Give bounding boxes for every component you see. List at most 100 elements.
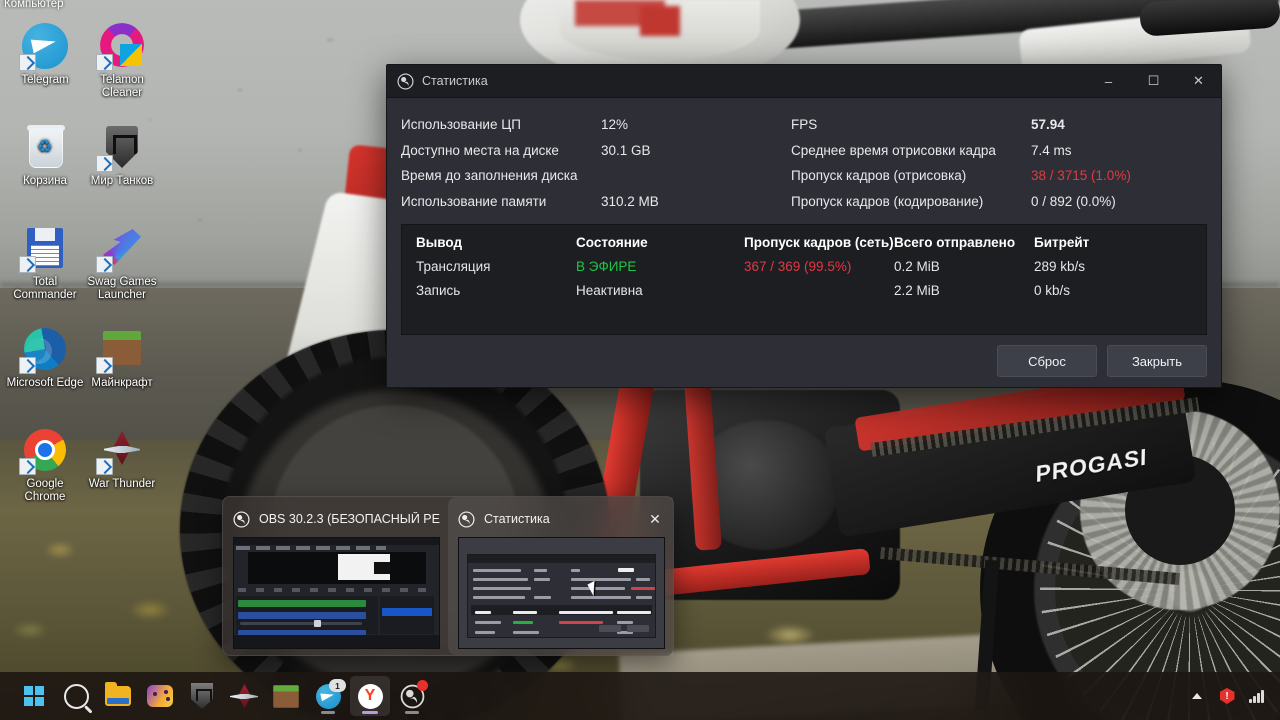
mini-preview-block bbox=[374, 562, 390, 574]
cell-total-sent: 0.2 MiB bbox=[894, 259, 940, 274]
mini-slider bbox=[240, 622, 362, 625]
desktop-label-computer: Компьютер bbox=[4, 0, 64, 10]
desktop-icon-total-commander[interactable]: Total Commander bbox=[5, 224, 85, 302]
thumbnail-close-button[interactable]: ✕ bbox=[645, 509, 665, 529]
desktop-icon-label: Total Commander bbox=[13, 276, 77, 301]
taskbar-item-search[interactable] bbox=[56, 676, 96, 716]
metric-label: Использование ЦП bbox=[401, 117, 521, 132]
mini-metric-value bbox=[534, 596, 551, 599]
metric-value bbox=[601, 163, 791, 189]
close-dialog-button[interactable]: Закрыть bbox=[1107, 345, 1207, 377]
recycle-bin-icon: ♻ bbox=[21, 123, 69, 171]
taskbar-item-start[interactable] bbox=[14, 676, 54, 716]
desktop-icon-telamon-cleaner[interactable]: Telamon Cleaner bbox=[82, 22, 162, 100]
minimize-button[interactable]: – bbox=[1086, 65, 1131, 97]
taskbar-item-war-thunder[interactable] bbox=[224, 676, 264, 716]
desktop-icon-telegram[interactable]: Telegram bbox=[5, 22, 85, 87]
desktop-icon-microsoft-edge[interactable]: Microsoft Edge bbox=[5, 325, 85, 390]
chevron-up-icon bbox=[1192, 693, 1202, 699]
taskbar-item-world-of-tanks[interactable] bbox=[182, 676, 222, 716]
thumbnail-header: Статистика ✕ bbox=[458, 505, 665, 533]
thumbnail-title: OBS 30.2.3 (БЕЗОПАСНЫЙ РЕ... bbox=[259, 512, 440, 526]
desktop-icon-google-chrome[interactable]: Google Chrome bbox=[5, 426, 85, 504]
minecraft-icon bbox=[96, 325, 146, 374]
outputs-table-container: Вывод Состояние Пропуск кадров (сеть) Вс… bbox=[401, 224, 1207, 335]
mini-metric-value bbox=[636, 578, 650, 581]
yandex-icon bbox=[357, 683, 383, 709]
taskbar-item-games[interactable] bbox=[140, 676, 180, 716]
table-row[interactable]: Трансляция В ЭФИРЕ 367 / 369 (99.5%) 0.2… bbox=[416, 259, 1192, 283]
window-titlebar[interactable]: Статистика – ☐ ✕ bbox=[387, 65, 1221, 98]
close-button[interactable]: ✕ bbox=[1176, 65, 1221, 97]
thumbnail-preview-image[interactable] bbox=[233, 537, 440, 649]
mini-td bbox=[617, 621, 633, 624]
table-row[interactable]: Запись Неактивна 2.2 MiB 0 kb/s bbox=[416, 283, 1192, 307]
war-thunder-icon bbox=[96, 426, 146, 475]
table-header: Вывод Состояние Пропуск кадров (сеть) Вс… bbox=[416, 235, 1192, 259]
war-thunder-icon bbox=[230, 683, 258, 709]
desktop-icon-minecraft[interactable]: Майнкрафт bbox=[82, 325, 162, 390]
world-of-tanks-icon bbox=[96, 123, 146, 172]
mini-meter-green bbox=[238, 600, 366, 607]
mini-window-frame bbox=[467, 554, 656, 638]
taskbar-item-telegram[interactable]: 1 bbox=[308, 676, 348, 716]
show-hidden-icons-button[interactable] bbox=[1184, 680, 1210, 712]
mini-meter-blue bbox=[238, 612, 366, 619]
cell-output: Трансляция bbox=[416, 259, 491, 274]
desktop-icon-swag-games-launcher[interactable]: Swag Games Launcher bbox=[82, 224, 162, 302]
outputs-table: Вывод Состояние Пропуск кадров (сеть) Вс… bbox=[416, 235, 1192, 307]
mini-th bbox=[617, 611, 651, 614]
shield-alert-icon bbox=[1219, 688, 1235, 704]
shortcut-arrow-icon bbox=[19, 54, 36, 71]
shortcut-arrow-icon bbox=[96, 458, 113, 475]
maximize-button[interactable]: ☐ bbox=[1131, 65, 1176, 97]
mini-td-live bbox=[513, 621, 533, 624]
taskbar[interactable]: 1 bbox=[0, 672, 1280, 720]
mini-metric-value bbox=[534, 578, 550, 581]
telegram-icon bbox=[19, 22, 69, 71]
search-icon bbox=[63, 683, 89, 709]
mini-statistics-window bbox=[459, 538, 664, 648]
folder-icon bbox=[105, 682, 131, 706]
game-controller-icon bbox=[147, 685, 173, 707]
taskbar-item-file-explorer[interactable] bbox=[98, 676, 138, 716]
system-tray bbox=[1184, 680, 1270, 712]
mini-titlebar bbox=[468, 555, 655, 563]
mini-outputs-table bbox=[471, 605, 652, 634]
statistics-body: Использование ЦП 12% FPS 57.94 Доступно … bbox=[387, 98, 1221, 335]
statistics-window[interactable]: Статистика – ☐ ✕ Использование ЦП 12% FP… bbox=[386, 64, 1222, 388]
cell-total-sent: 2.2 MiB bbox=[894, 283, 940, 298]
metric-label: Пропуск кадров (кодирование) bbox=[791, 193, 984, 209]
mini-titlebar bbox=[234, 538, 439, 545]
active-indicator bbox=[362, 711, 378, 714]
desktop-icon-recycle-bin[interactable]: ♻ Корзина bbox=[5, 123, 85, 188]
taskbar-item-obs-studio[interactable] bbox=[392, 676, 432, 716]
taskbar-item-minecraft[interactable] bbox=[266, 676, 306, 716]
metric-value: 12% bbox=[601, 117, 629, 132]
metric-label: Пропуск кадров (отрисовка) bbox=[791, 168, 967, 183]
world-of-tanks-icon bbox=[191, 683, 213, 709]
thumbnail-title: Статистика bbox=[484, 512, 550, 526]
mini-td bbox=[475, 631, 495, 634]
metric-value: 310.2 MB bbox=[601, 193, 659, 209]
security-alert-button[interactable] bbox=[1214, 680, 1240, 712]
mini-close-button bbox=[627, 625, 649, 632]
wallpaper-fender-accent bbox=[640, 6, 680, 36]
taskbar-item-yandex-browser[interactable] bbox=[350, 676, 390, 716]
metric-label: Среднее время отрисовки кадра bbox=[791, 142, 996, 158]
thumbnail-preview-image[interactable] bbox=[458, 537, 665, 649]
desktop-icon-war-thunder[interactable]: War Thunder bbox=[82, 426, 162, 491]
desktop-icon-label: Мир Танков bbox=[90, 175, 154, 187]
mini-reset-button bbox=[599, 625, 621, 632]
mini-th bbox=[559, 611, 613, 614]
window-title: Статистика bbox=[422, 74, 488, 88]
shortcut-arrow-icon bbox=[19, 458, 36, 475]
desktop-icon-world-of-tanks[interactable]: Мир Танков bbox=[82, 123, 162, 188]
thumbnail-header: OBS 30.2.3 (БЕЗОПАСНЫЙ РЕ... bbox=[233, 505, 440, 533]
reset-button[interactable]: Сброс bbox=[997, 345, 1097, 377]
thumbnail-statistics[interactable]: Статистика ✕ bbox=[448, 497, 673, 655]
network-button[interactable] bbox=[1244, 680, 1270, 712]
thumbnail-obs-main[interactable]: OBS 30.2.3 (БЕЗОПАСНЫЙ РЕ... bbox=[223, 497, 448, 655]
metric-label: Использование памяти bbox=[401, 193, 547, 209]
cell-bitrate: 289 kb/s bbox=[1034, 259, 1086, 274]
